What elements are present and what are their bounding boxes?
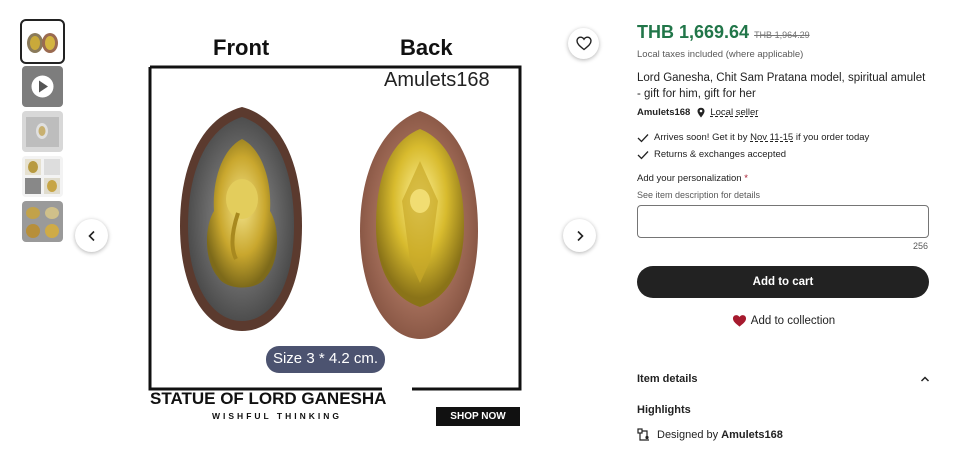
arrival-prefix: Arrives soon! Get it by bbox=[654, 132, 751, 143]
taxes-note: Local taxes included (where applicable) bbox=[637, 49, 804, 60]
chevron-left-icon bbox=[87, 230, 95, 241]
thumbnail-5[interactable] bbox=[22, 201, 63, 242]
designed-by-name: Amulets168 bbox=[721, 429, 783, 441]
add-to-cart-button[interactable]: Add to cart bbox=[637, 266, 929, 298]
chevron-right-icon bbox=[576, 230, 584, 241]
back-label: Back bbox=[400, 35, 453, 60]
image-headline: STATUE OF LORD GANESHA bbox=[150, 389, 387, 408]
price-row: THB 1,669.64 THB 1,964.29 bbox=[637, 22, 810, 43]
required-mark: * bbox=[744, 173, 748, 184]
front-label: Front bbox=[213, 35, 270, 60]
size-label: Size 3 * 4.2 cm. bbox=[272, 350, 379, 367]
personalization-input[interactable] bbox=[637, 205, 929, 238]
returns-text: Returns & exchanges accepted bbox=[654, 149, 787, 160]
highlights-heading: Highlights bbox=[637, 404, 691, 416]
seller-name-link[interactable]: Amulets168 bbox=[637, 107, 690, 118]
image-tagline: WISHFUL THINKING bbox=[212, 411, 343, 421]
next-image-button[interactable] bbox=[563, 219, 596, 252]
designer-icon bbox=[637, 428, 649, 441]
watermark-text: Amulets168 bbox=[384, 69, 490, 91]
returns-row: Returns & exchanges accepted bbox=[637, 149, 786, 160]
designed-by-row: Designed by Amulets168 bbox=[637, 428, 783, 442]
thumbnail-1[interactable] bbox=[20, 19, 65, 64]
thumbnail-3[interactable] bbox=[22, 111, 63, 152]
favorite-button[interactable] bbox=[568, 28, 599, 59]
local-seller-badge[interactable]: Local seller bbox=[710, 107, 758, 118]
main-product-image[interactable]: Front Back Amulets168 Size 3 * 4.2 cm. S… bbox=[120, 21, 560, 431]
add-to-collection-button[interactable]: Add to collection bbox=[637, 314, 930, 328]
check-icon bbox=[637, 150, 649, 159]
sale-price: THB 1,669.64 bbox=[637, 22, 750, 42]
heart-icon bbox=[575, 36, 592, 51]
chevron-up-icon bbox=[920, 376, 930, 382]
personalization-label-text: Add your personalization bbox=[637, 173, 742, 184]
personalization-label: Add your personalization * bbox=[637, 173, 748, 184]
location-pin-icon bbox=[697, 107, 705, 118]
thumbnail-list bbox=[20, 19, 65, 246]
previous-image-button[interactable] bbox=[75, 219, 108, 252]
arrival-row: Arrives soon! Get it by Nov 11-15 if you… bbox=[637, 132, 869, 143]
personalization-hint: See item description for details bbox=[637, 190, 761, 200]
thumbnail-video[interactable] bbox=[22, 66, 63, 107]
add-to-collection-label: Add to collection bbox=[750, 315, 836, 327]
item-details-toggle[interactable]: Item details bbox=[637, 373, 930, 385]
check-icon bbox=[637, 133, 649, 142]
designed-by-prefix: Designed by bbox=[657, 429, 719, 441]
arrival-dates[interactable]: Nov 11-15 bbox=[750, 132, 793, 143]
seller-row: Amulets168 Local seller bbox=[637, 107, 758, 118]
shop-now-banner: SHOP NOW bbox=[436, 407, 520, 426]
product-title: Lord Ganesha, Chit Sam Pratana model, sp… bbox=[637, 72, 926, 100]
item-details-heading: Item details bbox=[637, 373, 698, 385]
character-counter: 256 bbox=[912, 241, 928, 251]
heart-icon bbox=[732, 315, 746, 327]
thumbnail-4[interactable] bbox=[22, 156, 63, 197]
original-price: THB 1,964.29 bbox=[754, 30, 810, 40]
arrival-suffix: if you order today bbox=[793, 132, 870, 143]
